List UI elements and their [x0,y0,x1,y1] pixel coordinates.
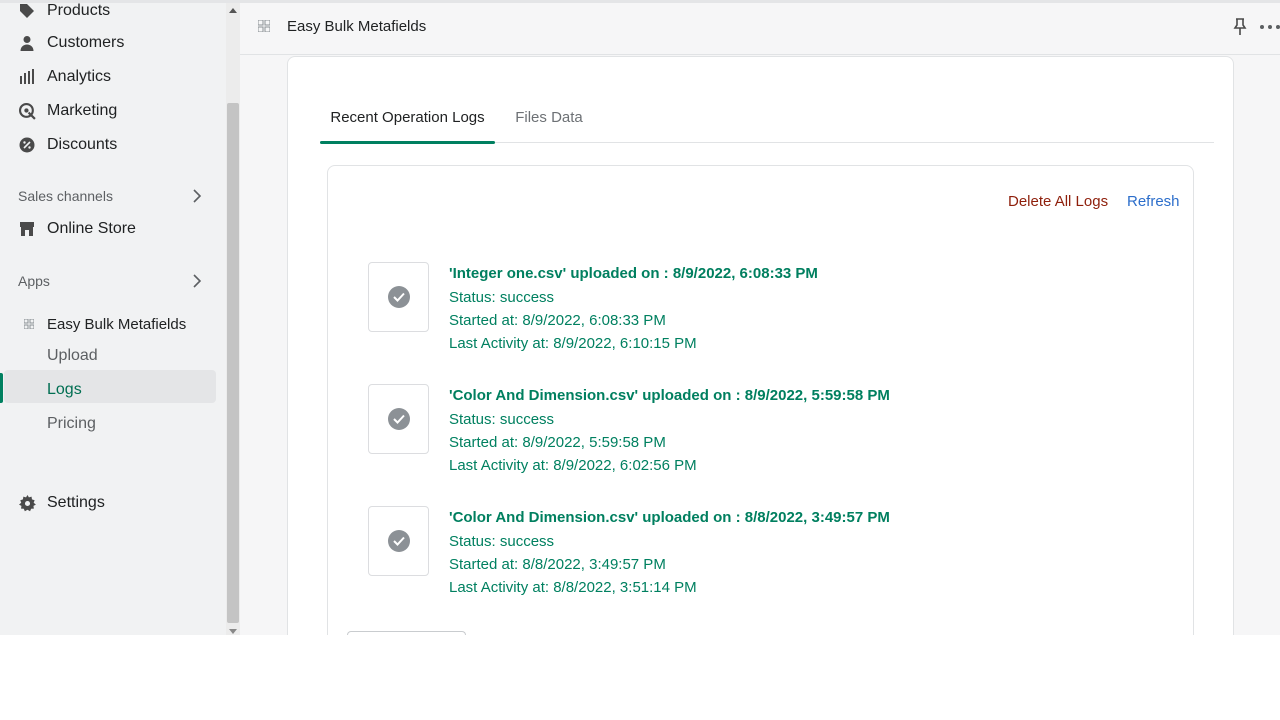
sidebar-item-label: Analytics [47,68,112,85]
tab-recent-operation-logs[interactable]: Recent Operation Logs [320,93,495,144]
person-icon [18,34,36,52]
log-title: 'Integer one.csv' uploaded on : 8/9/2022… [449,265,818,282]
sidebar-item-online-store[interactable]: Online Store [18,216,136,242]
pin-icon[interactable] [1233,18,1249,36]
check-circle-icon [387,530,410,552]
sidebar-item-label: Settings [47,494,105,511]
tab-files-data[interactable]: Files Data [510,93,588,142]
sidebar-item-discounts[interactable]: Discounts [18,132,117,158]
log-item: 'Color And Dimension.csv' uploaded on : … [368,506,1068,601]
sidebar-item-products[interactable]: Products [18,2,111,24]
sidebar-item-easy-bulk-metafields[interactable]: Easy Bulk Metafields [23,311,186,337]
sidebar-sub-item-logs[interactable]: Logs [47,377,82,403]
log-status: Status: success [449,289,555,306]
store-icon [18,220,36,238]
active-item-highlight [4,370,216,403]
apps-heading: Apps [18,273,50,289]
discount-icon [18,136,36,154]
sidebar-item-label: Customers [47,34,125,51]
pagination-button[interactable] [347,631,466,635]
chevron-right-icon[interactable] [192,271,204,291]
log-last-activity: Last Activity at: 8/9/2022, 6:10:15 PM [449,335,697,352]
scroll-up-arrow-icon[interactable] [229,8,237,13]
scrollbar-thumb[interactable] [227,103,239,623]
check-circle-icon [387,408,410,430]
sidebar-item-label: Discounts [47,136,118,153]
log-status: Status: success [449,533,555,550]
log-status: Status: success [449,411,555,428]
app-grid-icon [257,19,272,33]
tag-icon [18,3,36,20]
delete-all-logs-button[interactable]: Delete All Logs [1008,193,1108,210]
bar-chart-icon [18,68,36,86]
scroll-down-arrow-icon[interactable] [229,629,237,634]
sidebar-sub-item-pricing[interactable]: Pricing [47,411,96,437]
sidebar-item-settings[interactable]: Settings [18,490,105,516]
sidebar-item-label: Easy Bulk Metafields [47,315,187,333]
log-thumbnail [368,262,429,332]
active-item-indicator [0,373,3,403]
sales-channels-heading: Sales channels [18,188,113,204]
log-started-at: Started at: 8/9/2022, 5:59:58 PM [449,434,666,451]
sidebar-item-analytics[interactable]: Analytics [18,64,111,90]
log-started-at: Started at: 8/8/2022, 3:49:57 PM [449,556,666,573]
check-circle-icon [387,286,410,308]
target-icon [18,102,36,120]
chevron-right-icon[interactable] [192,186,204,206]
log-item: 'Color And Dimension.csv' uploaded on : … [368,384,1068,479]
log-title: 'Color And Dimension.csv' uploaded on : … [449,387,890,404]
app-header: Easy Bulk Metafields [240,3,1280,55]
log-last-activity: Last Activity at: 8/8/2022, 3:51:14 PM [449,579,697,596]
sidebar-item-customers[interactable]: Customers [18,30,124,56]
log-started-at: Started at: 8/9/2022, 6:08:33 PM [449,312,666,329]
sidebar-item-label: Products [47,2,111,19]
app-frame: Products Customers Analytics Marketing D… [0,0,1280,635]
log-thumbnail [368,506,429,576]
app-grid-icon [23,315,35,333]
sidebar-item-label: Marketing [47,102,118,119]
sidebar-sub-item-upload[interactable]: Upload [47,343,98,369]
log-title: 'Color And Dimension.csv' uploaded on : … [449,509,890,526]
refresh-button[interactable]: Refresh [1127,193,1180,210]
sidebar-item-label: Online Store [47,220,136,237]
log-thumbnail [368,384,429,454]
sidebar: Products Customers Analytics Marketing D… [0,3,226,635]
sidebar-item-marketing[interactable]: Marketing [18,98,117,124]
app-title: Easy Bulk Metafields [287,18,427,35]
tab-bar: Recent Operation Logs Files Data [320,93,1214,144]
log-item: 'Integer one.csv' uploaded on : 8/9/2022… [368,262,1068,357]
more-actions-icon[interactable] [1260,17,1280,37]
log-last-activity: Last Activity at: 8/9/2022, 6:02:56 PM [449,457,697,474]
gear-icon [18,494,36,512]
